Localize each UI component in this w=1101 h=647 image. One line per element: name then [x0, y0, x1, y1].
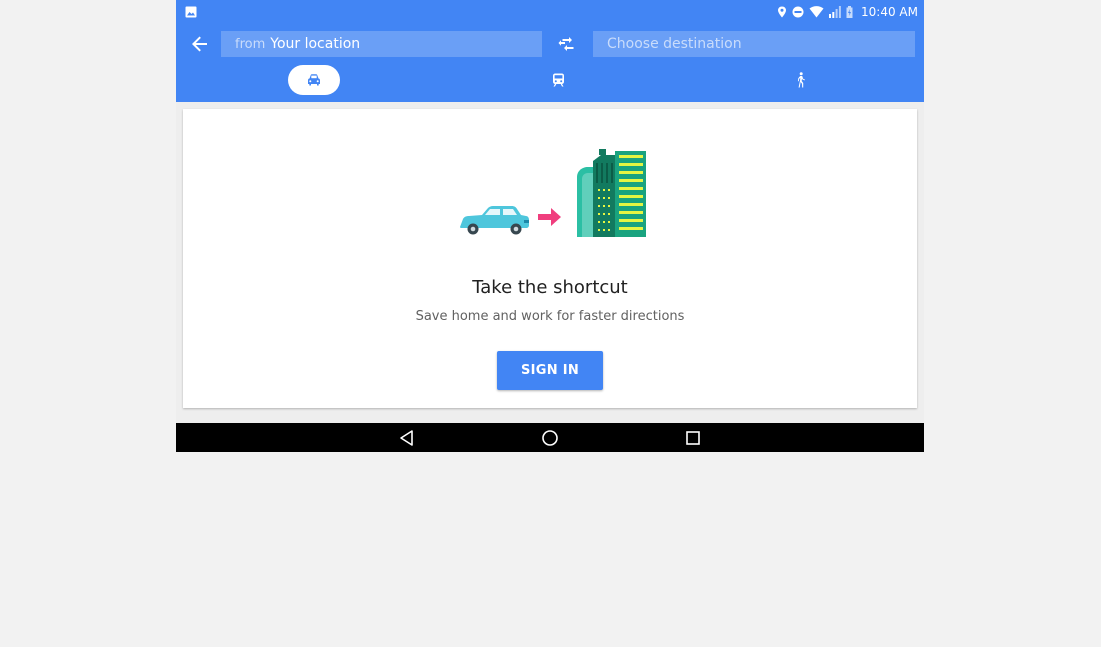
system-nav-bar: [176, 423, 924, 452]
do-not-disturb-icon: [792, 6, 804, 18]
travel-mode-tabs: [176, 64, 924, 96]
swap-icon[interactable]: [556, 32, 580, 56]
battery-icon: [846, 6, 853, 18]
wifi-icon: [809, 6, 824, 18]
train-icon: [552, 73, 564, 87]
origin-prefix-label: from: [235, 36, 266, 52]
directions-toolbar: from Your location Choose destination: [176, 24, 924, 64]
buildings-illustration: [577, 149, 646, 237]
status-bar: 10:40 AM: [176, 0, 924, 24]
nav-home-icon[interactable]: [539, 427, 561, 449]
card-title: Take the shortcut: [472, 277, 628, 298]
walk-icon: [797, 72, 805, 88]
signal-icon: [829, 6, 841, 18]
app-header: 10:40 AM from Your location Choose desti…: [176, 0, 924, 102]
nav-back-icon[interactable]: [396, 427, 418, 449]
status-time: 10:40 AM: [861, 5, 918, 19]
device-screen: 10:40 AM from Your location Choose desti…: [176, 0, 924, 452]
car-icon: [308, 74, 320, 86]
signin-promo-card: Take the shortcut Save home and work for…: [183, 109, 917, 408]
status-icons: 10:40 AM: [777, 0, 918, 24]
sign-in-button[interactable]: SIGN IN: [497, 351, 603, 390]
image-icon: [185, 6, 197, 18]
tab-walk[interactable]: [775, 65, 827, 95]
arrow-icon: [538, 208, 561, 226]
origin-value: Your location: [270, 36, 361, 52]
destination-input[interactable]: Choose destination: [593, 31, 915, 57]
destination-placeholder: Choose destination: [607, 36, 742, 52]
car-illustration: [460, 206, 529, 235]
car-to-building-illustration: [460, 149, 646, 237]
tab-drive[interactable]: [288, 65, 340, 95]
origin-input[interactable]: from Your location: [221, 31, 542, 57]
back-arrow-icon[interactable]: [188, 32, 212, 56]
nav-recents-icon[interactable]: [682, 427, 704, 449]
card-subtitle: Save home and work for faster directions: [415, 309, 685, 324]
location-pin-icon: [778, 6, 787, 18]
tab-transit[interactable]: [532, 65, 584, 95]
